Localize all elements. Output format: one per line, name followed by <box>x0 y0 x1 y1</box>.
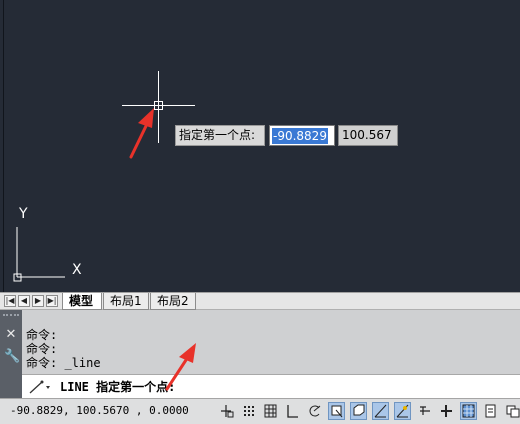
wrench-icon[interactable]: 🔧 <box>4 350 20 364</box>
command-window-sidebar: ✕ 🔧 <box>0 310 22 398</box>
drawing-canvas[interactable]: 指定第一个点: -90.8829 100.567 Y X <box>0 0 520 292</box>
3d-object-snap-button[interactable] <box>350 402 367 420</box>
drag-grip[interactable] <box>3 314 19 318</box>
command-window: ✕ 🔧 命令: 命令: 命令: _line LINE 指定第一个点: <box>0 310 520 398</box>
tab-layout1[interactable]: 布局1 <box>103 293 149 310</box>
next-tab-button[interactable]: ▶ <box>32 295 44 307</box>
tab-layout2[interactable]: 布局2 <box>150 293 196 310</box>
ucs-x-label: X <box>72 262 82 278</box>
ortho-mode-button[interactable] <box>284 402 301 420</box>
tab-model[interactable]: 模型 <box>62 293 102 310</box>
snap-mode-button[interactable] <box>240 402 257 420</box>
prev-tab-button[interactable]: ◀ <box>18 295 30 307</box>
object-snap-tracking-button[interactable] <box>372 402 389 420</box>
infer-constraints-button[interactable] <box>218 402 235 420</box>
history-line: 命令: <box>26 342 58 356</box>
command-line-input[interactable]: LINE 指定第一个点: <box>22 374 520 398</box>
ucs-y-label: Y <box>19 206 28 222</box>
line-command-icon[interactable] <box>28 379 52 395</box>
selection-cycling-button[interactable] <box>504 402 520 420</box>
pickbox <box>154 101 163 110</box>
coordinate-readout: -90.8829, 100.5670 , 0.0000 <box>10 404 189 417</box>
transparency-button[interactable] <box>460 402 477 420</box>
layout-tab-bar: |◀ ◀ ▶ ▶| 模型 布局1 布局2 <box>0 292 520 310</box>
close-icon[interactable]: ✕ <box>4 328 18 342</box>
first-tab-button[interactable]: |◀ <box>4 295 16 307</box>
history-line: 命令: _line <box>26 356 101 370</box>
dynamic-input-prompt: 指定第一个点: <box>175 125 265 146</box>
lineweight-button[interactable] <box>438 402 455 420</box>
command-prompt: LINE 指定第一个点: <box>60 380 176 394</box>
canvas-left-edge <box>3 0 4 292</box>
history-line: 命令: <box>26 328 58 342</box>
status-bar: -90.8829, 100.5670 , 0.0000 <box>0 398 520 424</box>
quick-properties-button[interactable] <box>482 402 499 420</box>
polar-tracking-button[interactable] <box>306 402 323 420</box>
x-coordinate-input[interactable]: -90.8829 <box>269 125 335 146</box>
dynamic-input-button[interactable] <box>416 402 433 420</box>
object-snap-button[interactable] <box>328 402 345 420</box>
last-tab-button[interactable]: ▶| <box>46 295 58 307</box>
grid-display-button[interactable] <box>262 402 279 420</box>
x-coordinate-value: -90.8829 <box>272 128 328 144</box>
y-coordinate-input[interactable]: 100.567 <box>338 125 398 146</box>
dynamic-ucs-button[interactable] <box>394 402 411 420</box>
